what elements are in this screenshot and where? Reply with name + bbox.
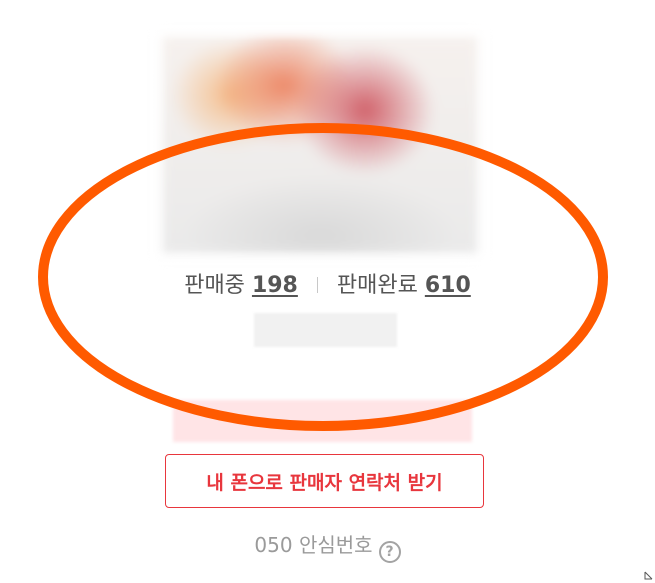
- sold-count-link[interactable]: 610: [425, 273, 471, 298]
- seller-sales-stats: 판매중 198 판매완료 610: [0, 270, 655, 302]
- redacted-seller-name: [254, 313, 397, 347]
- get-seller-contact-button[interactable]: 내 폰으로 판매자 연락처 받기: [165, 454, 484, 508]
- question-circle-icon[interactable]: ?: [378, 541, 401, 563]
- safe-number-info: 050 안심번호?: [0, 530, 655, 563]
- stats-divider: [316, 277, 318, 293]
- safe-number-label: 050 안심번호: [254, 533, 373, 557]
- seller-profile-image: [160, 35, 480, 255]
- selling-label: 판매중: [184, 273, 245, 298]
- redacted-banner: [173, 400, 472, 442]
- resize-corner-icon[interactable]: [644, 571, 653, 580]
- sold-label: 판매완료: [336, 273, 418, 298]
- selling-count-link[interactable]: 198: [252, 273, 298, 298]
